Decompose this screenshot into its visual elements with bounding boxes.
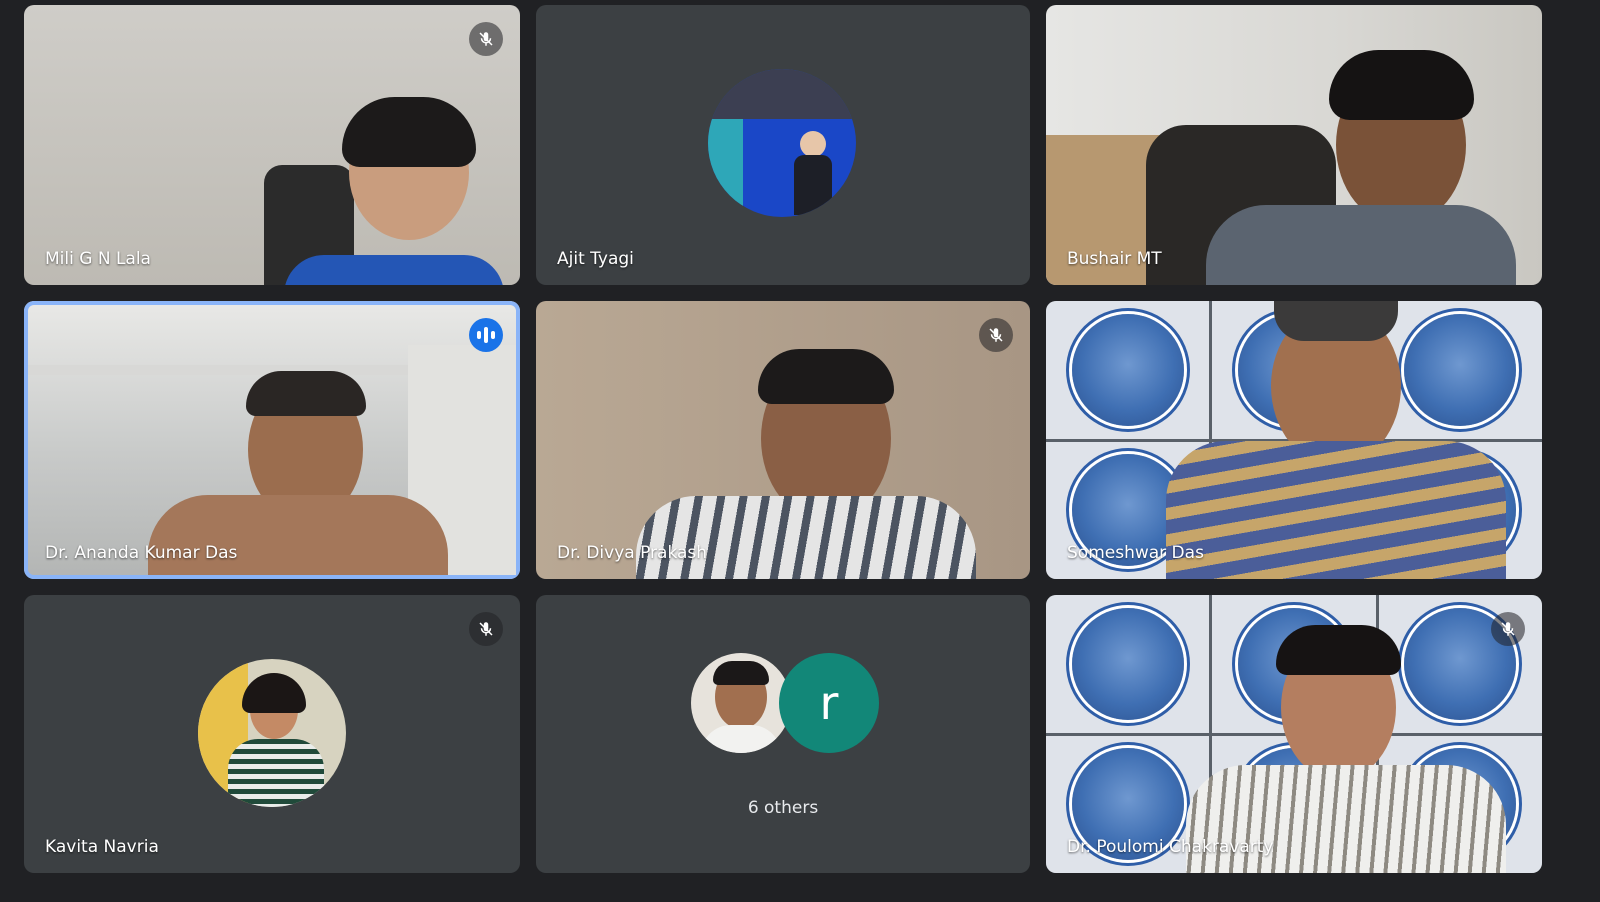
participant-name: Kavita Navria: [45, 837, 159, 857]
profile-avatar: [708, 69, 856, 217]
participant-name: Mili G N Lala: [45, 249, 151, 269]
mic-muted-icon: [469, 22, 503, 56]
participant-tile-poulomi[interactable]: Dr. Poulomi Chakravarty: [1046, 595, 1542, 873]
others-tile[interactable]: r 6 others: [536, 595, 1030, 873]
letter-avatar: r: [779, 653, 879, 753]
video-feed: [1046, 5, 1542, 285]
others-count-label: 6 others: [747, 798, 819, 818]
video-feed: [536, 301, 1030, 579]
participant-tile-ajit[interactable]: Ajit Tyagi: [536, 5, 1030, 285]
participant-name: Dr. Poulomi Chakravarty: [1067, 837, 1274, 857]
participant-name: Bushair MT: [1067, 249, 1162, 269]
participant-name: Ajit Tyagi: [557, 249, 634, 269]
participant-tile-mili[interactable]: Mili G N Lala: [24, 5, 520, 285]
participant-tile-someshwar[interactable]: Someshwar Das: [1046, 301, 1542, 579]
mic-muted-icon: [979, 318, 1013, 352]
participant-tile-kavita[interactable]: Kavita Navria: [24, 595, 520, 873]
mic-muted-icon: [469, 612, 503, 646]
profile-avatar: [691, 653, 791, 753]
video-feed: [24, 5, 520, 285]
speaking-indicator-icon: [469, 318, 503, 352]
participant-tile-bushair[interactable]: Bushair MT: [1046, 5, 1542, 285]
video-feed: [1046, 595, 1542, 873]
participant-tile-divya[interactable]: Dr. Divya Prakash: [536, 301, 1030, 579]
participant-name: Someshwar Das: [1067, 543, 1204, 563]
participant-name: Dr. Ananda Kumar Das: [45, 543, 238, 563]
video-feed: [28, 305, 516, 575]
participant-name: Dr. Divya Prakash: [557, 543, 708, 563]
mic-muted-icon: [1491, 612, 1525, 646]
participant-tile-ananda[interactable]: Dr. Ananda Kumar Das: [24, 301, 520, 579]
profile-avatar: [198, 659, 346, 807]
video-feed: [1046, 301, 1542, 579]
